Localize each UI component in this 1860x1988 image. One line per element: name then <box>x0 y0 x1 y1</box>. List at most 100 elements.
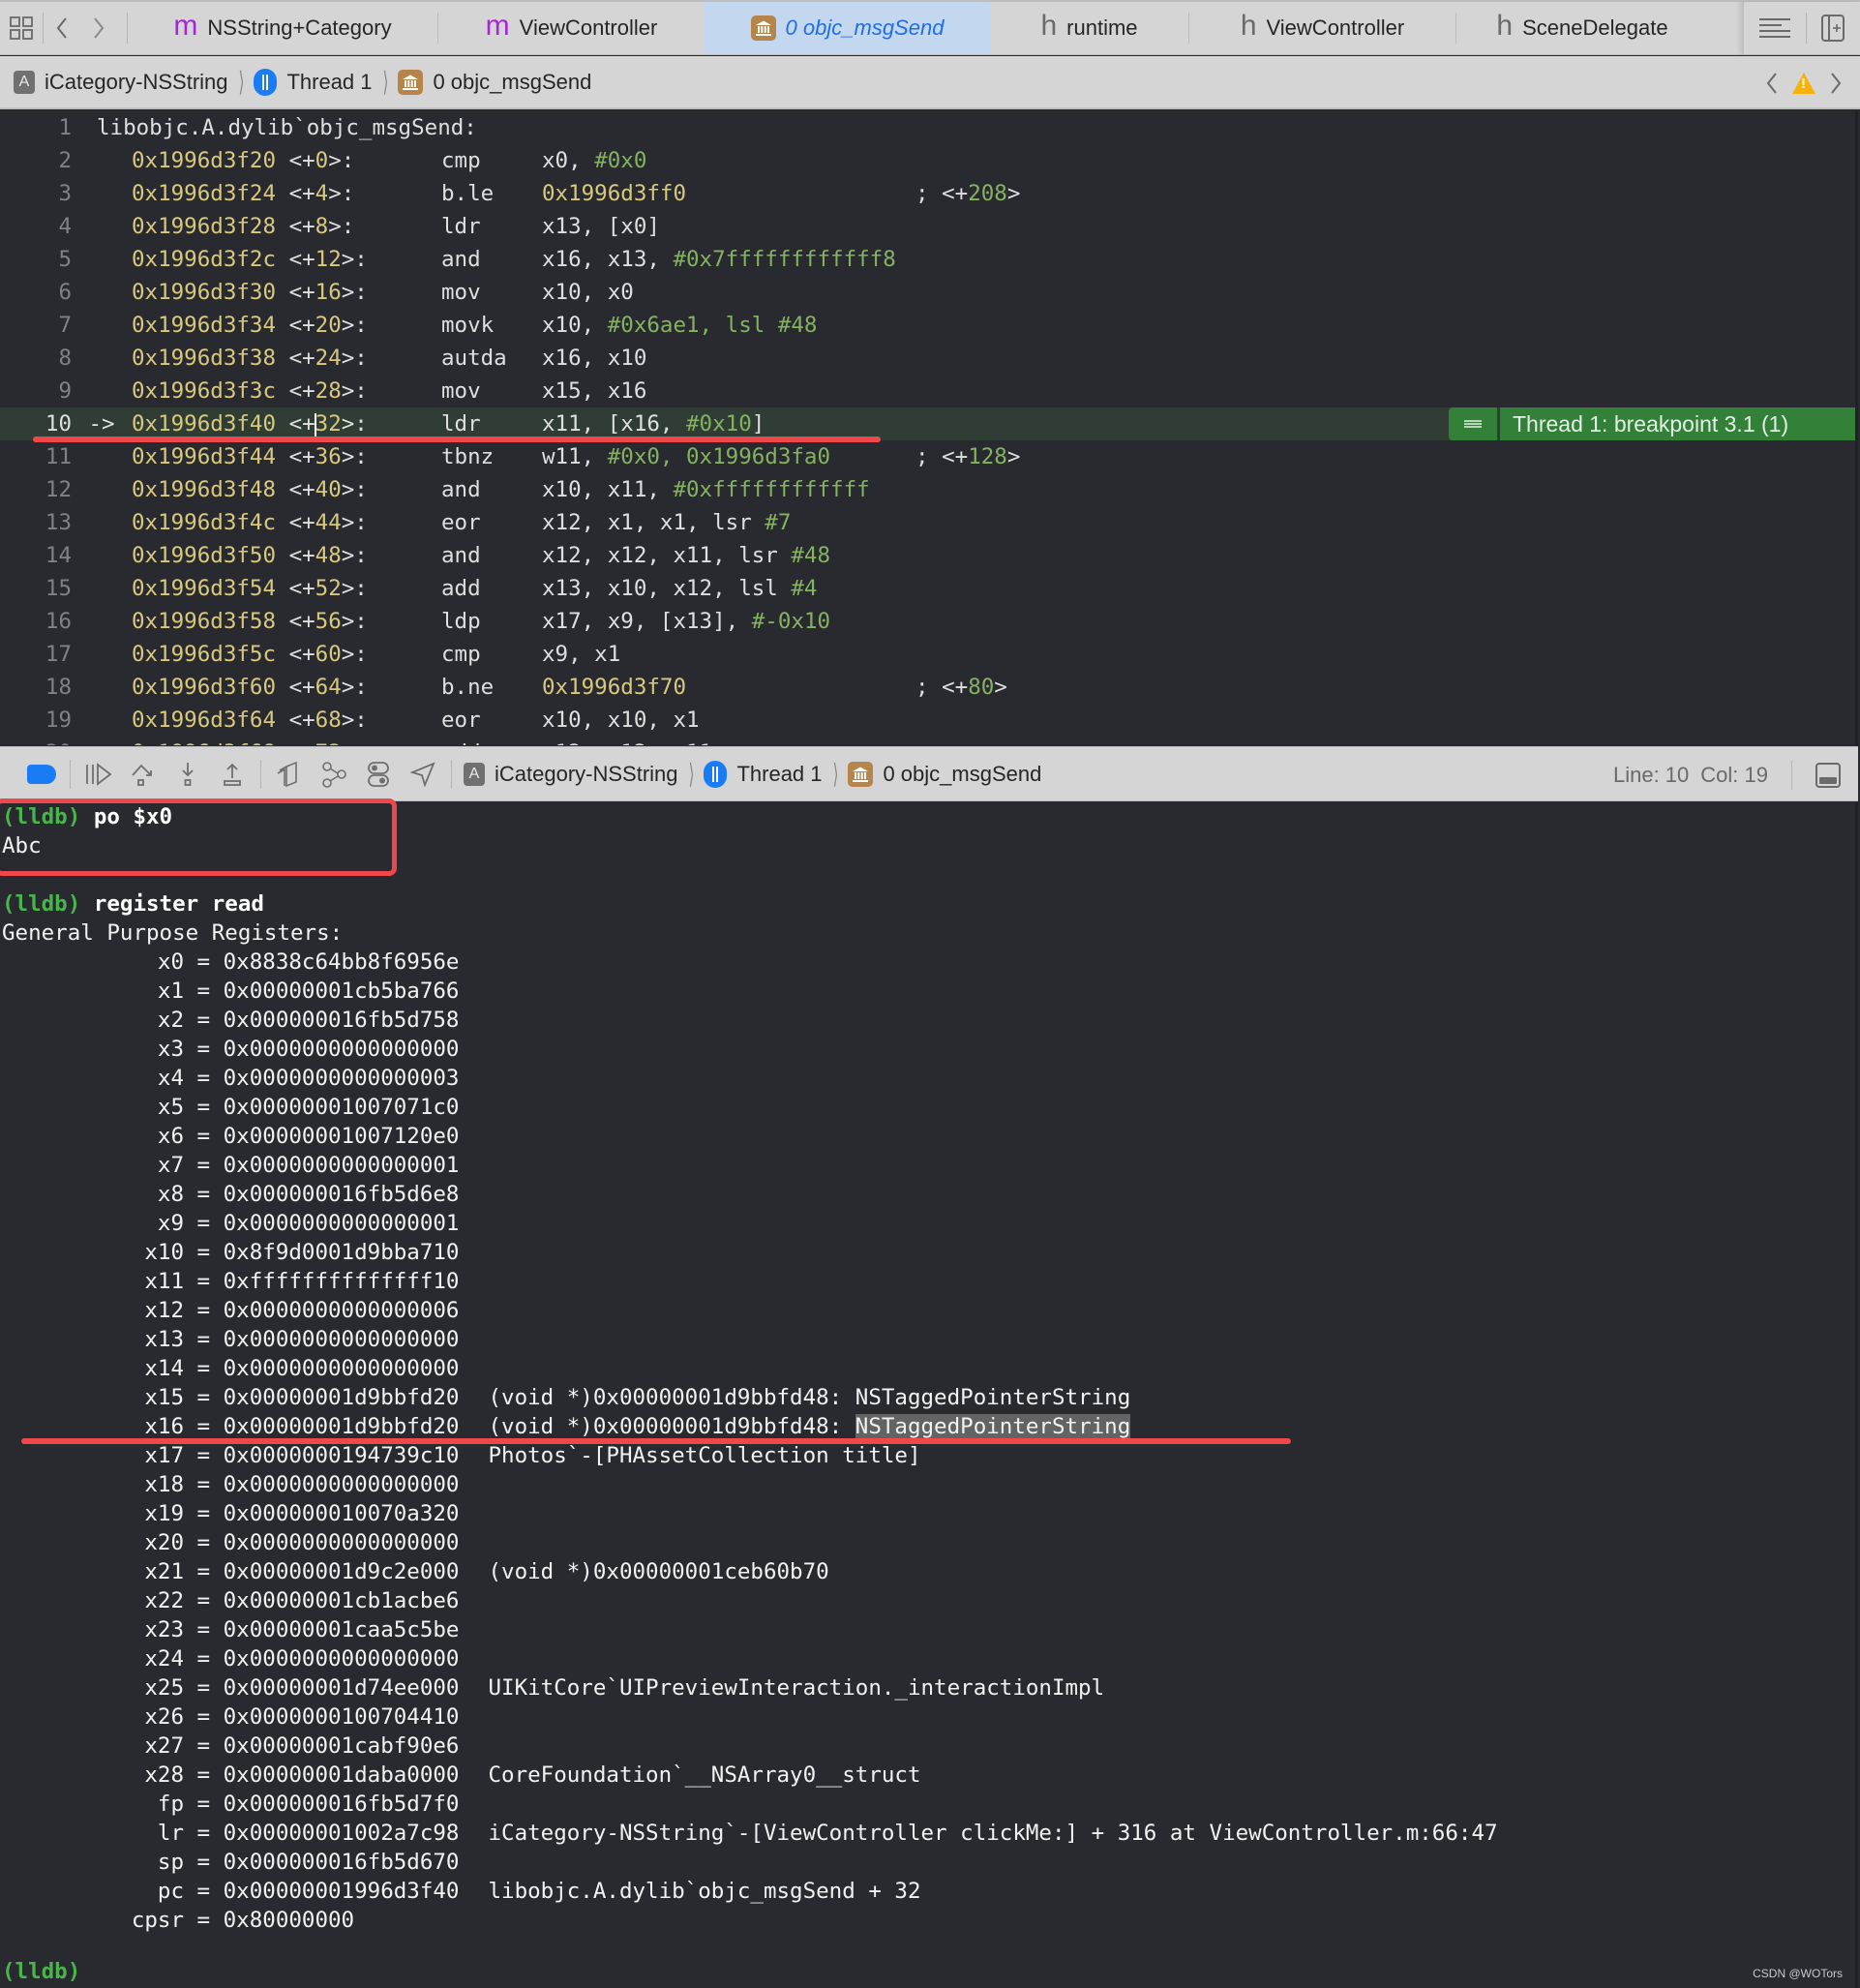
tab-objc-msgsend[interactable]: 0 objc_msgSend <box>705 2 990 54</box>
instruction-operands: x10, x10, x1 <box>542 708 700 733</box>
continue-icon <box>86 762 112 786</box>
register-row: x24 = 0x0000000000000000 <box>2 1644 459 1673</box>
toggle-breakpoints-button[interactable] <box>19 752 64 797</box>
instruction-mnemonic: and <box>441 247 481 272</box>
register-row: x28 = 0x00000001daba0000 CoreFoundation`_… <box>2 1761 920 1790</box>
code-line: 20 0x1996d3f68 <+72>: add x12, x12, x11 <box>0 737 1858 745</box>
register-row: cpsr = 0x80000000 <box>2 1906 354 1935</box>
register-value: 0xffffffffffffff10 <box>223 1269 460 1294</box>
warning-icon[interactable] <box>1792 72 1815 94</box>
line-number: 2 <box>58 148 72 173</box>
app-target-icon: A <box>464 762 485 786</box>
lldb-console[interactable]: (lldb) po $x0 Abc (lldb) register read G… <box>0 798 1858 1988</box>
next-issue-icon[interactable] <box>1829 72 1843 95</box>
register-name: x4 <box>157 1066 184 1091</box>
breadcrumb-thread[interactable]: Thread 1 <box>254 68 373 96</box>
continue-button[interactable] <box>76 752 121 797</box>
line-number: 7 <box>58 313 72 338</box>
cursor-position: Line: 10 Col: 19 <box>1613 747 1841 802</box>
register-row: x4 = 0x0000000000000003 <box>2 1064 460 1093</box>
breakpoint-annotation[interactable]: Thread 1: breakpoint 3.1 (1) <box>1449 407 1856 440</box>
register-value: 0x00000001cb5ba766 <box>223 979 460 1004</box>
simulate-location-button[interactable] <box>401 752 445 797</box>
add-editor-button[interactable] <box>1807 2 1859 54</box>
register-value: 0x00000001d9bbfd20 <box>223 1385 460 1410</box>
code-line: 16 0x1996d3f58 <+56>: ldp x17, x9, [x13], #… <box>0 605 1858 638</box>
tab-scenedelegate-h[interactable]: h SceneDelegate <box>1456 2 1708 54</box>
instruction-operands: x10, #0x6ae1, lsl #48 <box>542 313 818 338</box>
step-out-button[interactable] <box>210 752 255 797</box>
symbol-label: libobjc.A.dylib`objc_msgSend: <box>97 115 477 140</box>
library-icon <box>398 69 424 95</box>
thread-icon <box>704 760 728 788</box>
back-button[interactable] <box>44 2 80 54</box>
register-row: x13 = 0x0000000000000000 <box>2 1325 459 1354</box>
console-scrollbar[interactable] <box>1855 802 1858 1988</box>
register-value: 0x00000001996d3f40 <box>223 1879 460 1904</box>
breadcrumb-frame[interactable]: 0 objc_msgSend <box>398 69 591 95</box>
line-number: 15 <box>45 576 72 601</box>
console-prompt-line[interactable]: (lldb) <box>2 1957 80 1986</box>
breadcrumb-project[interactable]: A iCategory-NSString <box>14 70 228 95</box>
jump-bar: A iCategory-NSString ⟩ Thread 1 ⟩ 0 objc… <box>0 56 1860 109</box>
instruction-mnemonic: ldr <box>441 214 481 239</box>
tab-viewcontroller-h[interactable]: h ViewController <box>1189 2 1455 54</box>
debug-breadcrumb-frame[interactable]: 0 objc_msgSend <box>848 761 1041 787</box>
register-value: 0x0000000000000001 <box>223 1211 460 1236</box>
register-row: x1 = 0x00000001cb5ba766 <box>2 977 460 1006</box>
instruction-operands: x10, x0 <box>542 280 634 305</box>
register-name: sp <box>157 1850 184 1875</box>
code-line: 12 0x1996d3f48 <+40>: and x10, x11, #0xffff… <box>0 473 1858 506</box>
register-name: x25 <box>144 1675 184 1701</box>
tab-label: 0 objc_msgSend <box>785 15 945 40</box>
step-over-button[interactable] <box>121 752 165 797</box>
tab-viewcontroller-m[interactable]: m ViewController <box>438 2 705 54</box>
chevron-right-icon <box>94 17 105 39</box>
debug-breadcrumb-thread[interactable]: Thread 1 <box>704 760 823 788</box>
debug-breadcrumb-project[interactable]: A iCategory-NSString <box>464 762 678 787</box>
debug-view-hierarchy-button[interactable] <box>267 752 312 797</box>
instruction-address: 0x1996d3f28 <box>132 214 277 239</box>
step-into-button[interactable] <box>165 752 210 797</box>
editor-options-button[interactable] <box>1744 2 1806 54</box>
instruction-address: 0x1996d3f68 <box>132 740 276 745</box>
instruction-address: 0x1996d3f34 <box>132 313 277 338</box>
code-line: 14 0x1996d3f50 <+48>: and x12, x12, x11, ls… <box>0 539 1858 572</box>
code-line-current: 10 -> 0x1996d3f40 <+32>: ldr x11, [x16, #0x1… <box>0 407 1858 440</box>
register-row: x14 = 0x0000000000000000 <box>2 1354 459 1383</box>
objc-file-icon: m <box>485 10 510 42</box>
tab-runtime-h[interactable]: h runtime <box>990 2 1188 54</box>
register-description: UIKitCore`UIPreviewInteraction._interact… <box>488 1675 1105 1701</box>
hide-debug-area-icon[interactable] <box>1815 762 1841 788</box>
register-name: pc <box>157 1879 184 1904</box>
breadcrumb-label: iCategory-NSString <box>495 761 678 786</box>
forward-button[interactable] <box>80 2 117 54</box>
register-name: x15 <box>144 1385 184 1410</box>
environment-overrides-button[interactable] <box>356 752 401 797</box>
annotation-grip-icon[interactable] <box>1449 407 1497 440</box>
register-value: 0x000000016fb5d670 <box>223 1850 460 1875</box>
breadcrumb-label: iCategory-NSString <box>45 69 228 94</box>
register-value: 0x8838c64bb8f6956e <box>223 949 460 975</box>
code-line: 19 0x1996d3f64 <+68>: eor x10, x10, x1 <box>0 704 1858 737</box>
instruction-mnemonic: b.ne <box>441 675 495 700</box>
line-number: 16 <box>45 609 72 634</box>
register-name: cpsr <box>131 1908 184 1933</box>
debug-memory-graph-button[interactable] <box>312 752 356 797</box>
related-items-button[interactable] <box>0 2 43 54</box>
instruction-offset: <+32>: <box>288 411 368 437</box>
editor-scrollbar[interactable] <box>1855 111 1858 745</box>
register-description: (void *)0x00000001d9bbfd48: NSTaggedPoin… <box>488 1385 1131 1410</box>
previous-issue-icon[interactable] <box>1765 72 1779 95</box>
register-description: (void *)0x00000001d9bbfd48: NSTaggedPoin… <box>488 1414 1131 1439</box>
register-value: 0x0000000000000000 <box>223 1646 460 1672</box>
selected-text: NSTaggedPointerString <box>855 1414 1131 1439</box>
register-row: x8 = 0x000000016fb5d6e8 <box>2 1180 460 1209</box>
line-number: 10 <box>45 411 72 437</box>
register-value: 0x00000001daba0000 <box>223 1762 460 1788</box>
register-value: 0x0000000000000000 <box>223 1472 460 1497</box>
tab-nsstring-category[interactable]: m NSString+Category <box>128 2 437 54</box>
register-row: x16 = 0x00000001d9bbfd20 (void *)0x000000… <box>2 1412 1131 1441</box>
line-number: 20 <box>0 740 72 745</box>
disassembly-editor[interactable]: 1 libobjc.A.dylib`objc_msgSend: 2 0x1996d… <box>0 111 1858 745</box>
